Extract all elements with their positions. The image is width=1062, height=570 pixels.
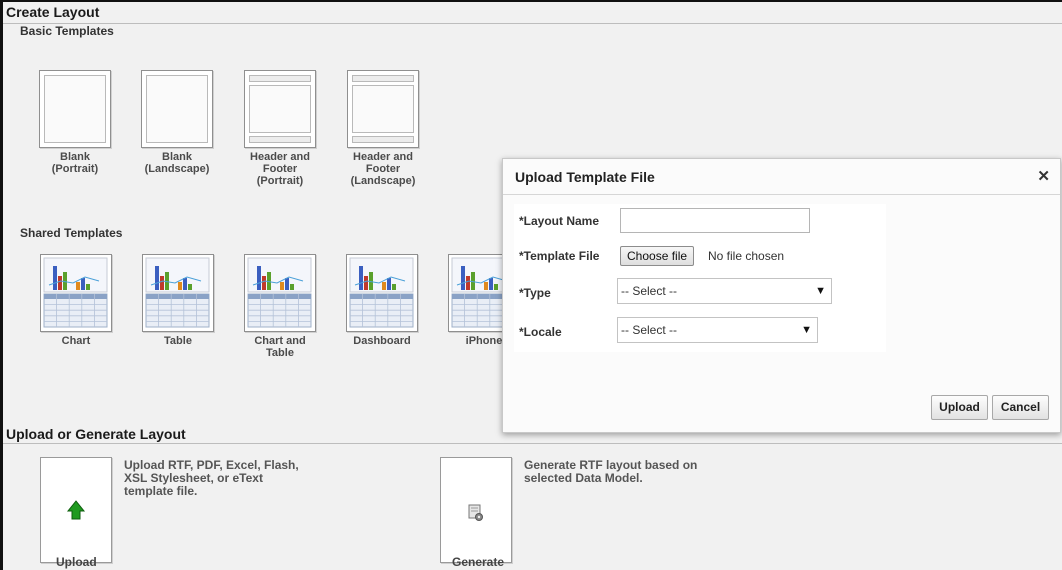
template-label-line2: (Portrait): [51, 163, 99, 175]
blank-landscape-thumbnail: [141, 70, 213, 148]
generate-tile-label: Generate: [452, 555, 505, 569]
create-layout-title: Create Layout: [6, 4, 100, 20]
template-chart[interactable]: Chart: [35, 254, 117, 347]
chart-thumbnail: [40, 254, 112, 332]
upload-generate-title: Upload or Generate Layout: [6, 426, 186, 442]
upload-tile[interactable]: [40, 457, 112, 563]
upload-form: *Layout Name *Template File Choose file …: [514, 204, 886, 352]
generate-description: Generate RTF layout based on selected Da…: [524, 459, 697, 485]
header-footer-portrait-thumbnail: [244, 70, 316, 148]
mini-chart-icon: [43, 257, 108, 328]
close-icon[interactable]: ✕: [1037, 167, 1050, 185]
template-label-line3: (Landscape): [350, 175, 416, 187]
template-table[interactable]: Table: [137, 254, 219, 347]
upload-button[interactable]: Upload: [931, 395, 988, 420]
template-blank-landscape[interactable]: Blank (Landscape): [136, 70, 218, 175]
mini-chart-icon: [247, 257, 312, 328]
template-header-footer-landscape[interactable]: Header and Footer (Landscape): [342, 70, 424, 187]
upload-tile-label: Upload: [56, 555, 97, 569]
generate-tile[interactable]: [440, 457, 512, 563]
template-label-line1: Blank: [60, 151, 90, 163]
type-select-value: -- Select --: [621, 284, 678, 298]
green-up-arrow-icon: [66, 500, 86, 520]
chart-and-table-thumbnail: [244, 254, 316, 332]
header-footer-landscape-thumbnail: [347, 70, 419, 148]
mini-chart-icon: [349, 257, 414, 328]
template-label-line1: Header and: [353, 151, 413, 163]
generate-desc-line1: Generate RTF layout based on: [524, 458, 698, 472]
template-label-line1: Chart and: [254, 335, 306, 347]
template-label-line2: Footer: [365, 163, 401, 175]
locale-select[interactable]: -- Select -- ▼: [617, 317, 818, 343]
template-label-line1: Blank: [162, 151, 192, 163]
template-label-line1: iPhone: [465, 335, 503, 347]
type-label: *Type: [519, 286, 551, 300]
dialog-divider: [503, 194, 1060, 195]
upload-desc-line3: template file.: [124, 484, 198, 498]
layout-name-input[interactable]: [620, 208, 810, 233]
mini-chart-icon: [145, 257, 210, 328]
document-gear-icon: [468, 504, 483, 521]
type-select[interactable]: -- Select -- ▼: [617, 278, 832, 304]
template-header-footer-portrait[interactable]: Header and Footer (Portrait): [239, 70, 321, 187]
template-label-line3: (Portrait): [256, 175, 304, 187]
template-chart-and-table[interactable]: Chart and Table: [239, 254, 321, 359]
upload-description: Upload RTF, PDF, Excel, Flash, XSL Style…: [124, 459, 299, 498]
template-label-line2: (Landscape): [144, 163, 210, 175]
dropdown-arrow-icon: ▼: [801, 324, 812, 336]
template-label-line2: Table: [266, 347, 294, 359]
locale-label: *Locale: [519, 325, 562, 339]
upload-desc-line2: XSL Stylesheet, or eText: [124, 471, 263, 485]
table-thumbnail: [142, 254, 214, 332]
upload-desc-line1: Upload RTF, PDF, Excel, Flash,: [124, 458, 299, 472]
dashboard-thumbnail: [346, 254, 418, 332]
cancel-button[interactable]: Cancel: [992, 395, 1049, 420]
create-layout-header: Create Layout: [3, 2, 1062, 24]
template-label-line2: Footer: [262, 163, 298, 175]
locale-select-value: -- Select --: [621, 323, 678, 337]
dialog-title: Upload Template File: [515, 169, 655, 185]
shared-templates-title: Shared Templates: [20, 226, 123, 240]
layout-name-label: *Layout Name: [519, 214, 600, 228]
file-status-text: No file chosen: [708, 249, 785, 263]
template-dashboard[interactable]: Dashboard: [341, 254, 423, 347]
dropdown-arrow-icon: ▼: [815, 285, 826, 297]
template-file-label: *Template File: [519, 249, 600, 263]
template-label-line1: Header and: [250, 151, 310, 163]
choose-file-button[interactable]: Choose file: [620, 246, 695, 266]
blank-portrait-thumbnail: [39, 70, 111, 148]
template-label-line1: Chart: [61, 335, 91, 347]
generate-desc-line2: selected Data Model.: [524, 471, 643, 485]
template-blank-portrait[interactable]: Blank (Portrait): [34, 70, 116, 175]
template-label-line1: Table: [164, 335, 192, 347]
upload-template-dialog: Upload Template File ✕ *Layout Name *Tem…: [502, 158, 1061, 433]
template-label-line1: Dashboard: [353, 335, 411, 347]
basic-templates-title: Basic Templates: [20, 24, 114, 38]
